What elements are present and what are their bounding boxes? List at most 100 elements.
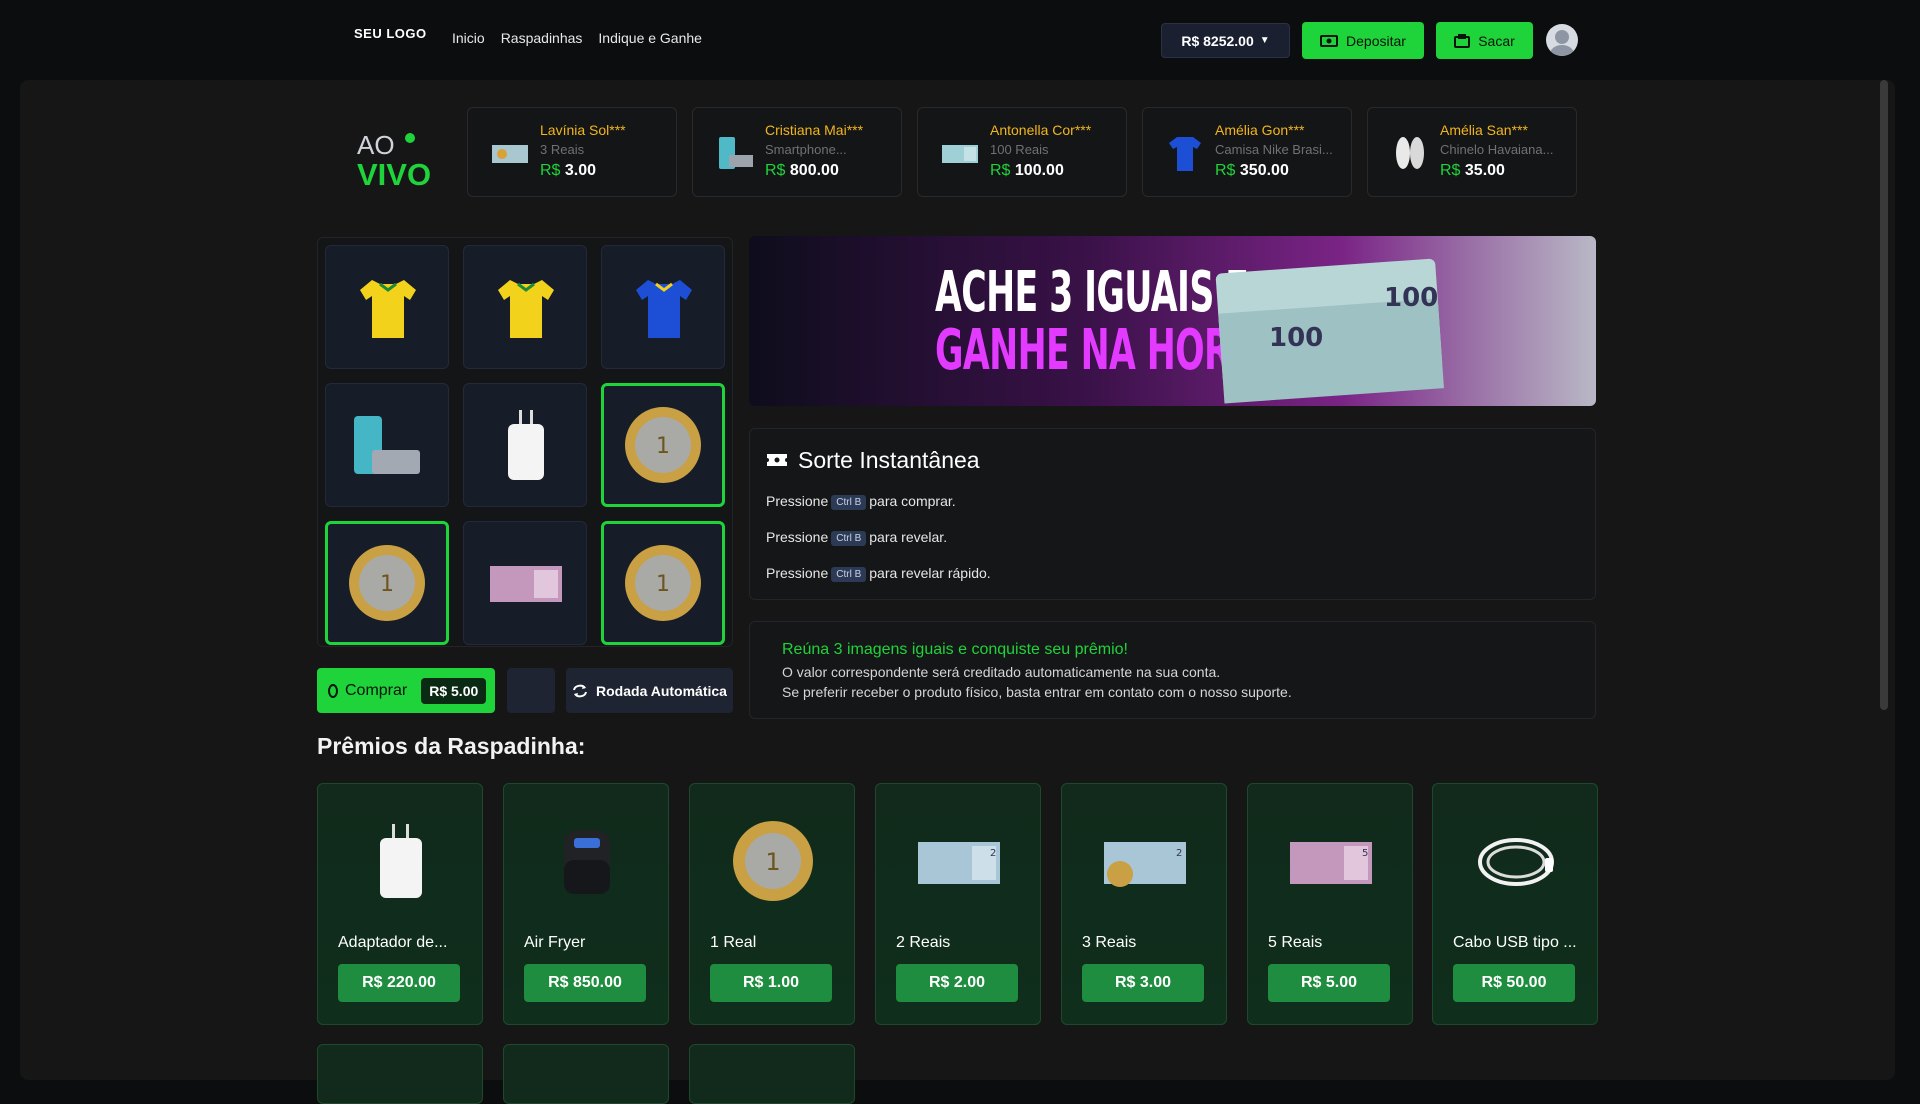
coin-stack-icon [328,683,338,698]
grid-cell[interactable] [463,383,587,507]
grid-cell[interactable] [325,383,449,507]
prize-card[interactable]: Adaptador de... R$ 220.00 [317,783,483,1025]
scratch-grid[interactable]: 1 1 1 [317,237,733,647]
prize-card[interactable]: 2 2 Reais R$ 2.00 [875,783,1041,1025]
winner-card: Lavínia Sol*** 3 Reais R$ 3.00 [467,107,677,197]
coin-icon: 1 [733,821,813,901]
winner-product: Camisa Nike Brasi... [1215,142,1333,157]
balance-value: R$ 8252.00 [1181,32,1254,49]
svg-text:1: 1 [656,434,670,459]
nav-inicio[interactable]: Inicio [452,30,485,46]
withdraw-button[interactable]: Sacar [1436,22,1533,59]
charger-icon [508,410,544,480]
prize-price: R$ 2.00 [896,964,1018,1002]
prize-card[interactable]: Air Fryer R$ 850.00 [503,783,669,1025]
prizes-title: Prêmios da Raspadinha: [317,733,586,759]
winner-card: Amélia Gon*** Camisa Nike Brasi... R$ 35… [1142,107,1352,197]
svg-text:2: 2 [990,848,996,859]
winner-name: Amélia San*** [1440,122,1528,138]
buy-button[interactable]: Comprar R$ 5.00 [317,668,495,713]
prize-name: Adaptador de... [338,934,448,951]
winner-value: R$ 3.00 [540,162,597,179]
prize-card[interactable]: 1 1 Real R$ 1.00 [689,783,855,1025]
winner-product: Chinelo Havaiana... [1440,142,1554,157]
winner-value: R$ 35.00 [1440,162,1505,179]
banner-line1: ACHE 3 IGUAIS E [935,260,1249,325]
deposit-button[interactable]: Depositar [1302,22,1424,59]
svg-text:100: 100 [1269,323,1323,353]
live-title-bottom: VIVO [357,157,432,192]
hint-reveal: Pressione Ctrl Bpara revelar. [766,529,948,546]
prize-name: Air Fryer [524,934,586,951]
banknote-icon [942,145,978,163]
grid-cell-winner[interactable]: 1 [601,521,725,645]
winner-product: 100 Reais [990,142,1049,157]
grid-cell-winner[interactable]: 1 [601,383,725,507]
prize-card[interactable] [317,1044,483,1104]
prize-price: R$ 50.00 [1453,964,1575,1002]
jersey-yellow-icon [360,280,416,338]
winner-value: R$ 800.00 [765,162,839,179]
winner-product: 3 Reais [540,142,585,157]
prize-name: Cabo USB tipo ... [1453,934,1577,951]
nav-raspadinhas[interactable]: Raspadinhas [501,30,583,46]
winner-value: R$ 100.00 [990,162,1064,179]
info-line2: Se preferir receber o produto físico, ba… [782,684,1292,700]
balance-dropdown[interactable]: R$ 8252.00 ▼ [1161,23,1290,58]
blank-toggle[interactable] [507,668,555,713]
banknote-icon [492,145,528,163]
wallet-icon [1454,33,1471,48]
svg-text:1: 1 [380,572,394,597]
auto-round-button[interactable]: Rodada Automática [566,668,733,713]
jersey-blue-icon [636,280,692,338]
banknote-icon: 2 [918,842,1000,884]
live-indicator: AO VIVO [357,130,432,192]
coin-icon: 1 [625,545,701,621]
top-bar: SEU LOGO Inicio Raspadinhas Indique e Ga… [0,0,1920,80]
money-stack-icon: 100 100 [1215,258,1444,404]
prize-card[interactable]: 2 3 Reais R$ 3.00 [1061,783,1227,1025]
instant-panel: Sorte Instantânea Pressione Ctrl Bpara co… [749,428,1596,600]
live-dot-icon [405,133,415,143]
chevron-down-icon: ▼ [1259,35,1270,46]
prize-card[interactable]: 5 5 Reais R$ 5.00 [1247,783,1413,1025]
svg-text:1: 1 [656,572,670,597]
prize-name: 3 Reais [1082,934,1137,951]
charger-icon [380,824,422,898]
grid-cell[interactable] [463,521,587,645]
nav-indique[interactable]: Indique e Ganhe [598,30,702,46]
ctrl-key: Ctrl B [831,531,867,546]
grid-cell-winner[interactable]: 1 [325,521,449,645]
grid-cell[interactable] [601,245,725,369]
svg-text:1: 1 [765,848,780,876]
promo-banner[interactable]: ACHE 3 IGUAIS E GANHE NA HORA 100 100 [749,236,1596,406]
banknote-icon: 5 [1290,842,1372,884]
jersey-yellow-icon [498,280,554,338]
info-headline: Reúna 3 imagens iguais e conquiste seu p… [782,641,1128,658]
ticket-icon [767,454,787,466]
smartphone-icon [354,416,420,474]
prize-card[interactable] [503,1044,669,1104]
hint-fast: Pressione Ctrl Bpara revelar rápido. [766,565,991,582]
buy-price: R$ 5.00 [421,677,487,704]
grid-cell[interactable] [463,245,587,369]
prize-price: R$ 1.00 [710,964,832,1002]
prize-price: R$ 3.00 [1082,964,1204,1002]
winner-name: Lavínia Sol*** [540,122,626,138]
logo[interactable]: SEU LOGO [354,26,427,41]
banknote-icon [490,566,562,602]
prize-name: 2 Reais [896,934,951,951]
prize-card[interactable]: Cabo USB tipo ... R$ 50.00 [1432,783,1598,1025]
prize-card[interactable] [689,1044,855,1104]
scrollbar[interactable] [1880,80,1888,710]
main-nav: Inicio Raspadinhas Indique e Ganhe [452,30,702,46]
winner-value: R$ 350.00 [1215,162,1289,179]
winner-card: Cristiana Mai*** Smartphone... R$ 800.00 [692,107,902,197]
winner-card: Antonella Cor*** 100 Reais R$ 100.00 [917,107,1127,197]
usb-cable-icon [1478,838,1554,886]
jersey-icon [1169,137,1201,171]
prize-name: 1 Real [710,934,757,951]
grid-cell[interactable] [325,245,449,369]
avatar[interactable] [1546,24,1578,56]
coin-icon: 1 [625,407,701,483]
